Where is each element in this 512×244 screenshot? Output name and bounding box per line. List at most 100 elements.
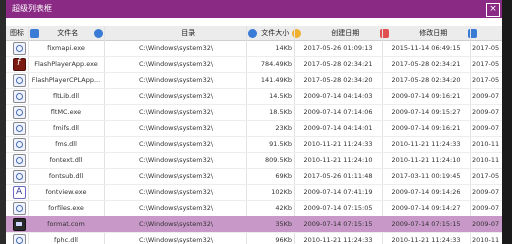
file-name-cell: format.com [47,220,85,228]
created-date-cell: 2009-07-14 07:14:06 [303,108,373,116]
file-size-cell: 14.5Kb [269,92,292,100]
list-window: 超级列表框 × 图标 文件名 目录 文件大小 创建日期 修改日期 fixmapi… [0,0,512,244]
file-name-cell: fontview.exe [45,188,87,196]
extra-date-cell: 2017-05 [472,44,500,52]
file-name-cell: fmifs.dll [53,124,79,132]
extra-date-cell: 2010-11 [472,156,500,164]
table-row[interactable]: fms.dll C:\Windows\system32\ 91.5Kb 2010-11… [6,136,502,153]
extra-date-cell: 2017-05 [472,172,500,180]
created-date-cell: 2009-07-14 07:41:19 [303,188,373,196]
file-name-cell: fixmapi.exe [47,44,85,52]
directory-cell: C:\Windows\system32\ [138,124,214,132]
column-header-size[interactable]: 文件大小 [248,26,292,40]
file-name-cell: fontsub.dll [48,172,84,180]
star-icon [30,28,39,38]
created-date-cell: 2017-05-26 01:09:13 [303,44,373,52]
extra-date-cell: 2009-07 [472,92,500,100]
list-header: 图标 文件名 目录 文件大小 创建日期 修改日期 [6,26,502,41]
gear-icon [13,170,26,183]
created-date-cell: 2017-05-28 02:34:20 [303,76,373,84]
created-date-cell: 2010-11-21 11:24:33 [303,140,373,148]
modified-date-cell: 2010-11-21 11:24:10 [391,156,461,164]
modified-date-cell: 2009-07-14 09:14:26 [391,188,461,196]
user-icon [248,28,257,38]
gear-icon [13,138,26,151]
file-name-cell: FlashPlayerApp.exe [34,60,98,68]
file-size-cell: 18.5Kb [269,108,292,116]
table-row[interactable]: FlashPlayerApp.exe C:\Windows\system32\ 78… [6,56,502,73]
file-name-cell: fms.dll [55,140,77,148]
window-title: 超级列表框 [12,4,52,13]
table-row[interactable]: fontext.dll C:\Windows\system32\ 809.5Kb 20… [6,152,502,169]
created-date-cell: 2017-05-28 02:34:21 [303,60,373,68]
table-row[interactable]: fixmapi.exe C:\Windows\system32\ 14Kb 2017-… [6,40,502,57]
column-header-directory[interactable]: 目录 [94,26,244,40]
file-size-cell: 784.49Kb [260,60,292,68]
created-date-cell: 2009-07-14 04:14:01 [303,124,373,132]
gear-icon [13,74,26,87]
extra-date-cell: 2009-07 [472,108,500,116]
extra-date-cell: 2009-07 [472,220,500,228]
modified-date-cell: 2010-11-21 11:24:33 [391,140,461,148]
directory-cell: C:\Windows\system32\ [138,236,214,244]
created-date-cell: 2010-11-21 11:24:33 [303,236,373,244]
extra-date-cell: 2017-05 [472,76,500,84]
column-header-filename[interactable]: 文件名 [30,26,104,40]
cmd-icon [13,218,26,231]
directory-cell: C:\Windows\system32\ [138,188,214,196]
table-row[interactable]: fontsub.dll C:\Windows\system32\ 69Kb 2017-… [6,168,502,185]
extra-date-cell: 2009-07 [472,124,500,132]
file-name-cell: FlashPlayerCPLApp... [31,76,101,84]
column-header-modified[interactable]: 修改日期 [380,26,466,40]
gear-icon [13,42,26,55]
directory-cell: C:\Windows\system32\ [138,60,214,68]
directory-cell: C:\Windows\system32\ [138,44,214,52]
modified-date-cell: 2017-05-28 02:34:20 [391,76,461,84]
font-icon [13,186,26,199]
file-size-cell: 35Kb [275,220,292,228]
table-row[interactable]: format.com C:\Windows\system32\ 35Kb 2009-0… [6,216,502,233]
file-name-cell: fontext.dll [49,156,83,164]
created-date-cell: 2010-11-21 11:24:10 [303,156,373,164]
table-row[interactable]: fontview.exe C:\Windows\system32\ 102Kb 200… [6,184,502,201]
gear-icon [13,122,26,135]
window-right-frame [502,0,512,244]
table-row[interactable]: FlashPlayerCPLApp... C:\Windows\system32\… [6,72,502,89]
close-button[interactable]: × [486,3,500,17]
table-row[interactable]: fphc.dll C:\Windows\system32\ 96Kb 2010-11-… [6,232,502,244]
modified-date-cell: 2017-05-28 02:34:21 [391,60,461,68]
file-size-cell: 102Kb [271,188,292,196]
file-name-cell: fltLib.dll [53,92,79,100]
directory-cell: C:\Windows\system32\ [138,140,214,148]
column-label: 修改日期 [419,29,448,37]
table-row[interactable]: fltLib.dll C:\Windows\system32\ 14.5Kb 2009… [6,88,502,105]
file-size-cell: 809.5Kb [265,156,292,164]
extra-date-cell: 2017-05 [472,60,500,68]
table-row[interactable]: fmifs.dll C:\Windows\system32\ 23Kb 2009-07… [6,120,502,137]
created-date-cell: 2009-07-14 04:14:03 [303,92,373,100]
file-size-cell: 96Kb [275,236,292,244]
shield-icon [94,28,103,38]
title-bar: 超级列表框 × [6,0,502,18]
modified-date-cell: 2009-07-14 09:15:27 [391,108,461,116]
modified-date-cell: 2009-07-14 09:14:27 [391,204,461,212]
modified-date-cell: 2017-03-11 00:19:45 [391,172,461,180]
file-name-cell: fphc.dll [54,236,78,244]
column-header-created[interactable]: 创建日期 [292,26,378,40]
modified-date-cell: 2010-11-21 11:24:33 [391,236,461,244]
directory-cell: C:\Windows\system32\ [138,172,214,180]
file-name-cell: fltMC.exe [50,108,82,116]
column-header-icon[interactable]: 图标 [10,26,24,40]
table-row[interactable]: fltMC.exe C:\Windows\system32\ 18.5Kb 2009-… [6,104,502,121]
modified-date-cell: 2009-07-14 09:16:21 [391,92,461,100]
directory-cell: C:\Windows\system32\ [138,220,214,228]
extra-date-cell: 2009-07 [472,204,500,212]
column-label: 图标 [10,29,24,37]
extra-date-cell: 2010-11 [472,236,500,244]
table-row[interactable]: forfiles.exe C:\Windows\system32\ 42Kb 2009… [6,200,502,217]
modified-date-cell: 2015-11-14 06:49:15 [391,44,461,52]
directory-cell: C:\Windows\system32\ [138,76,214,84]
file-size-cell: 23Kb [275,124,292,132]
column-header-extra[interactable] [468,26,498,40]
gear-icon [13,106,26,119]
